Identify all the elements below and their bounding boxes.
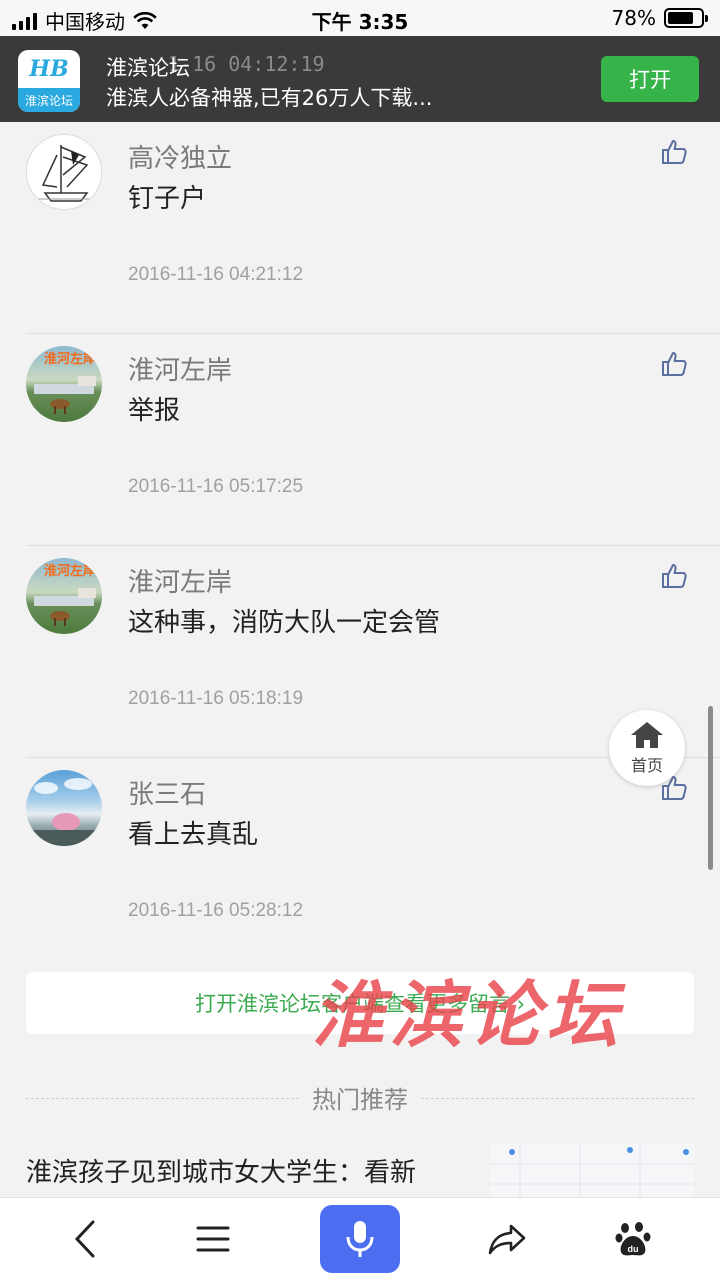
home-button-label: 首页 (630, 756, 663, 775)
share-button[interactable] (474, 1206, 540, 1272)
comment-time: 2016-11-16 05:17:25 (128, 476, 304, 497)
comment-author[interactable]: 淮河左岸 (128, 562, 232, 599)
comment-author[interactable]: 淮河左岸 (128, 350, 232, 387)
thumbs-up-icon[interactable] (660, 562, 688, 590)
baidu-home-button[interactable]: du (600, 1206, 666, 1272)
comment-author[interactable]: 张三石 (128, 774, 206, 811)
thumbs-up-icon[interactable] (660, 350, 688, 378)
hot-article-title[interactable]: 淮滨孩子见到城市女大学生：看新 (26, 1152, 416, 1189)
sailboat-sketch-avatar[interactable] (26, 134, 102, 210)
home-icon (631, 722, 663, 748)
thumbs-up-icon[interactable] (660, 138, 688, 166)
hot-recommend-header: 热门推荐 (26, 1080, 694, 1116)
comment-item: 高冷独立 钉子户 2016-11-16 04:21:12 (0, 122, 720, 334)
comment-text: 钉子户 (128, 184, 207, 214)
comment-item: 淮河左岸 淮河左岸 举报 2016-11-16 05:17:25 (0, 334, 720, 546)
scrollbar[interactable] (708, 706, 713, 870)
open-app-button[interactable]: 打开 (601, 56, 699, 102)
banner-subtitle: 淮滨人必备神器,已有26万人下载... (106, 86, 433, 110)
sailboat-sketch-icon (35, 145, 95, 202)
back-icon (74, 1220, 95, 1258)
status-right: 78% (611, 6, 708, 30)
comment-time: 2016-11-16 05:28:12 (128, 900, 304, 921)
sky-landscape-avatar[interactable] (26, 770, 102, 846)
comment-time: 2016-11-16 05:18:19 (128, 688, 304, 709)
app-logo-text: 淮滨论坛 (18, 88, 80, 112)
battery-percent: 78% (611, 6, 656, 30)
home-button[interactable]: 首页 (609, 710, 685, 786)
river-landscape-avatar[interactable]: 淮河左岸 (26, 558, 102, 634)
banner-ghost-timestamp: 1-16 04:12:19 (168, 52, 325, 76)
watermark: 淮滨论坛 (312, 972, 625, 1057)
comment-text: 看上去真乱 (128, 820, 259, 850)
menu-button[interactable] (180, 1206, 246, 1272)
map-thumbnail (490, 1144, 694, 1200)
hot-recommend-label: 热门推荐 (300, 1080, 420, 1115)
back-button[interactable] (52, 1206, 118, 1272)
comment-text: 举报 (128, 396, 181, 426)
app-download-banner[interactable]: HB 淮滨论坛 1-16 04:12:19 淮滨论坛 淮滨人必备神器,已有26万… (0, 36, 720, 122)
voice-search-button[interactable] (320, 1205, 400, 1273)
comment-time: 2016-11-16 04:21:12 (128, 264, 304, 285)
landscape-icon (34, 376, 96, 414)
app-logo: HB 淮滨论坛 (18, 50, 80, 112)
share-icon (488, 1224, 526, 1255)
app-logo-mark: HB (29, 56, 69, 82)
comment-item: 张三石 看上去真乱 2016-11-16 05:28:12 (0, 758, 720, 970)
banner-title: 淮滨论坛 (106, 56, 190, 80)
hot-article-thumbnail[interactable] (490, 1144, 694, 1200)
comment-text: 这种事，消防大队一定会管 (128, 608, 441, 638)
comment-author[interactable]: 高冷独立 (128, 138, 232, 175)
menu-icon (196, 1226, 230, 1252)
comment-list: 高冷独立 钉子户 2016-11-16 04:21:12 淮河左岸 淮河左岸 举… (0, 122, 720, 970)
baidu-paw-icon: du (615, 1222, 651, 1256)
river-landscape-avatar[interactable]: 淮河左岸 (26, 346, 102, 422)
landscape-icon (26, 778, 102, 846)
landscape-icon (34, 588, 96, 626)
battery-icon (664, 8, 708, 28)
svg-text:du: du (628, 1244, 639, 1254)
bottom-nav: du (0, 1197, 720, 1280)
microphone-icon (346, 1221, 374, 1257)
comment-item: 淮河左岸 淮河左岸 这种事，消防大队一定会管 2016-11-16 05:18:… (0, 546, 720, 758)
status-bar: 中国移动 下午 3:35 78% (0, 0, 720, 36)
